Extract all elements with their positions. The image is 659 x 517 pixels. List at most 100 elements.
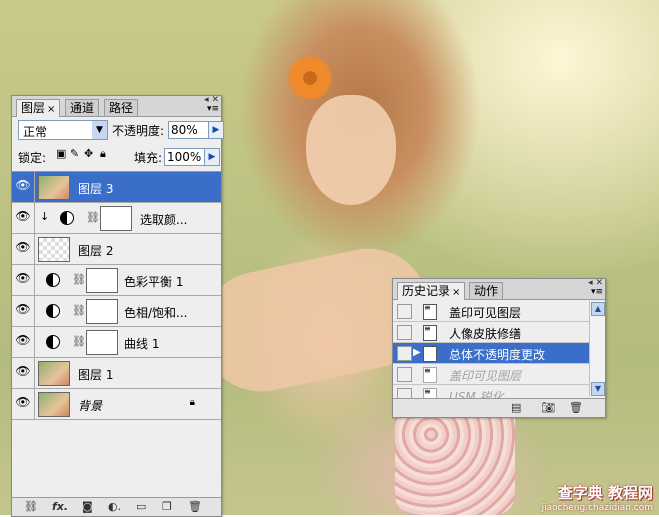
snapshot-checkbox[interactable] xyxy=(397,325,412,340)
history-step-icon: ≡ xyxy=(423,304,437,320)
trash-icon[interactable]: 🗑︎ xyxy=(188,500,202,513)
add-mask-icon[interactable]: ◙ xyxy=(82,500,93,513)
trash-icon[interactable]: 🗑︎ xyxy=(569,401,583,414)
tab-paths[interactable]: 路径 xyxy=(104,99,139,116)
adjustment-icon xyxy=(46,273,60,287)
layer-row[interactable]: 👁︎ ⛓︎ 色相/饱和... xyxy=(12,296,221,327)
tab-history[interactable]: 历史记录 × xyxy=(397,282,466,300)
layer-thumbnail xyxy=(38,361,70,386)
adjustment-icon xyxy=(60,211,74,225)
layer-row[interactable]: 👁︎ ⛓︎ 色彩平衡 1 xyxy=(12,265,221,296)
history-item-label: 盖印可见图层 xyxy=(449,306,522,320)
panel-menu-icon[interactable]: ▾≡ xyxy=(591,287,603,297)
chevron-down-icon[interactable]: ▼ xyxy=(92,121,107,139)
layer-name: 背景 xyxy=(78,399,103,413)
new-adjustment-icon[interactable]: ◐. xyxy=(108,500,121,513)
history-item[interactable]: ≡ 盖印可见图层 xyxy=(393,364,589,385)
layer-row[interactable]: 👁︎ ↓ ⛓︎ 选取颜... xyxy=(12,203,221,234)
scroll-up-icon[interactable]: ▲ xyxy=(591,302,605,316)
snapshot-checkbox[interactable] xyxy=(397,346,412,361)
new-layer-icon[interactable]: ❐ xyxy=(162,500,172,513)
visibility-toggle[interactable]: 👁︎ xyxy=(12,172,35,202)
eye-icon: 👁︎ xyxy=(15,240,31,254)
history-item-label: 总体不透明度更改 xyxy=(449,348,546,362)
layers-tabbar: 图层 × 通道 路径 ◂ ✕ ▾≡ xyxy=(12,95,221,117)
link-icon[interactable]: ⛓︎ xyxy=(72,304,86,317)
layer-row[interactable]: 👁︎ 图层 2 xyxy=(12,234,221,265)
visibility-toggle[interactable]: 👁︎ xyxy=(12,327,35,357)
tab-layers[interactable]: 图层 × xyxy=(16,99,61,117)
watermark-sub: jiaocheng.chazidian.com xyxy=(541,503,653,513)
blend-mode-select[interactable]: 正常 ▼ xyxy=(18,120,108,140)
history-item[interactable]: ≡ 人像皮肤修缮 xyxy=(393,322,589,343)
layers-panel: 图层 × 通道 路径 ◂ ✕ ▾≡ 正常 ▼ 不透明度: 80% ▶ 锁定: ▣ … xyxy=(11,95,224,517)
lock-label: 锁定: xyxy=(18,151,47,165)
history-list: ≡ 盖印可见图层 ≡ 人像皮肤修缮 ▶ ≡ 总体不透明度更改 ≡ 盖印可见图层 … xyxy=(393,301,589,406)
visibility-toggle[interactable]: 👁︎ xyxy=(12,203,35,233)
scroll-down-icon[interactable]: ▼ xyxy=(591,382,605,396)
snapshot-checkbox[interactable] xyxy=(397,367,412,382)
clipping-arrow-icon: ↓ xyxy=(40,210,50,223)
link-icon[interactable]: ⛓︎ xyxy=(72,335,86,348)
history-tabbar: 历史记录 × 动作 ◂ ✕ ▾≡ xyxy=(393,278,605,300)
link-icon[interactable]: ⛓︎ xyxy=(72,273,86,286)
eye-icon: 👁︎ xyxy=(15,271,31,285)
layer-name: 图层 1 xyxy=(78,368,114,382)
lock-all-icon[interactable]: 🔒︎ xyxy=(100,148,111,159)
lock-move-icon[interactable]: ✥ xyxy=(84,148,95,159)
fill-input[interactable]: 100% xyxy=(164,148,206,166)
snapshot-camera-icon[interactable]: 📷︎ xyxy=(541,401,555,414)
tab-close-icon[interactable]: × xyxy=(452,287,460,298)
layer-row[interactable]: 👁︎ 图层 3 xyxy=(12,172,221,203)
layer-row[interactable]: 👁︎ ⛓︎ 曲线 1 xyxy=(12,327,221,358)
history-item[interactable]: ≡ 盖印可见图层 xyxy=(393,301,589,322)
history-step-icon: ≡ xyxy=(423,346,437,362)
eye-icon: 👁︎ xyxy=(15,395,31,409)
history-bottom-toolbar: ▤ 📷︎ 🗑︎ xyxy=(393,398,605,417)
link-layers-icon[interactable]: ⛓︎ xyxy=(24,500,38,513)
layer-list: 👁︎ 图层 3 👁︎ ↓ ⛓︎ 选取颜... 👁︎ 图层 2 👁︎ ⛓︎ 色彩平… xyxy=(12,171,221,420)
adjustment-icon xyxy=(46,304,60,318)
mask-thumbnail xyxy=(86,330,118,355)
layer-row[interactable]: 👁︎ 背景 🔒︎ xyxy=(12,389,221,420)
tab-layers-label: 图层 xyxy=(21,101,46,115)
tab-close-icon[interactable]: × xyxy=(47,104,55,115)
visibility-toggle[interactable]: 👁︎ xyxy=(12,358,35,388)
mask-thumbnail xyxy=(100,206,132,231)
visibility-toggle[interactable]: 👁︎ xyxy=(12,265,35,295)
history-item[interactable]: ▶ ≡ 总体不透明度更改 xyxy=(393,343,589,364)
layer-name: 图层 3 xyxy=(78,182,114,196)
tab-channels-label: 通道 xyxy=(70,101,95,115)
layers-bottom-toolbar: ⛓︎ fx. ◙ ◐. ▭ ❐ 🗑︎ xyxy=(12,497,221,516)
opacity-label: 不透明度: xyxy=(112,124,165,138)
layer-name: 图层 2 xyxy=(78,244,114,258)
history-panel: 历史记录 × 动作 ◂ ✕ ▾≡ ≡ 盖印可见图层 ≡ 人像皮肤修缮 ▶ ≡ 总体… xyxy=(392,278,606,418)
photo-face xyxy=(306,95,396,205)
snapshot-checkbox[interactable] xyxy=(397,304,412,319)
tab-channels[interactable]: 通道 xyxy=(65,99,100,116)
opacity-slider-button[interactable]: ▶ xyxy=(208,121,224,139)
mask-thumbnail xyxy=(86,268,118,293)
visibility-toggle[interactable]: 👁︎ xyxy=(12,234,35,264)
adjustment-icon xyxy=(46,335,60,349)
new-document-from-state-icon[interactable]: ▤ xyxy=(511,401,521,414)
watermark: 查字典 教程网 jiaocheng.chazidian.com xyxy=(542,482,653,513)
fill-label: 填充: xyxy=(134,151,163,165)
visibility-toggle[interactable]: 👁︎ xyxy=(12,389,35,419)
lock-brush-icon[interactable]: ✎ xyxy=(70,148,81,159)
layer-row[interactable]: 👁︎ 图层 1 xyxy=(12,358,221,389)
new-group-icon[interactable]: ▭ xyxy=(136,500,146,513)
lock-transparent-icon[interactable]: ▣ xyxy=(56,148,67,159)
opacity-input[interactable]: 80% xyxy=(168,121,210,139)
history-scrollbar[interactable]: ▲ ▼ xyxy=(589,301,605,397)
history-state-pointer-icon[interactable]: ▶ xyxy=(413,347,421,358)
history-step-icon: ≡ xyxy=(423,325,437,341)
panel-menu-icon[interactable]: ▾≡ xyxy=(207,104,219,114)
link-icon[interactable]: ⛓︎ xyxy=(86,211,100,224)
eye-icon: 👁︎ xyxy=(15,333,31,347)
visibility-toggle[interactable]: 👁︎ xyxy=(12,296,35,326)
layer-thumbnail xyxy=(38,175,70,200)
tab-actions[interactable]: 动作 xyxy=(469,282,504,299)
fill-slider-button[interactable]: ▶ xyxy=(204,148,220,166)
fx-icon[interactable]: fx. xyxy=(52,500,68,513)
